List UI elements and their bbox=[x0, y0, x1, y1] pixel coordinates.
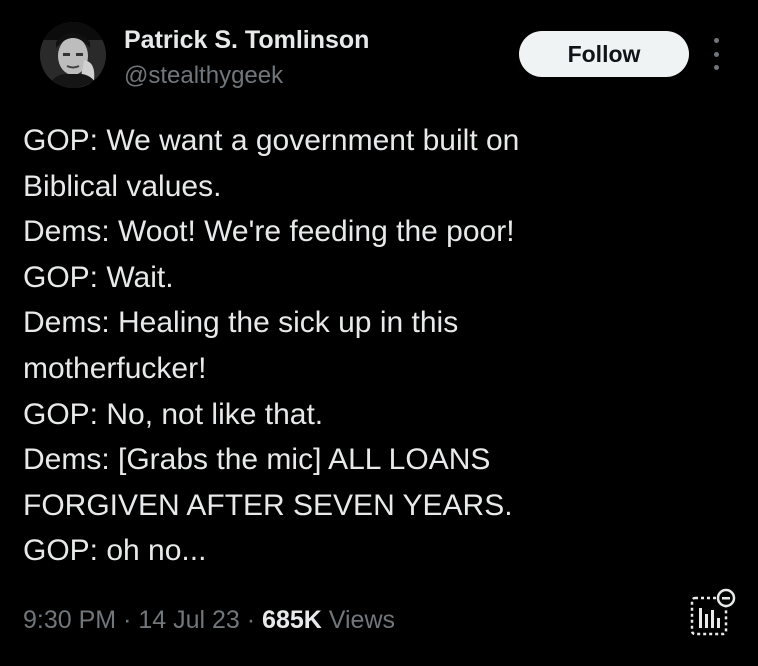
avatar-photo-icon bbox=[40, 22, 106, 88]
more-dot bbox=[713, 51, 719, 57]
more-vertical-icon[interactable] bbox=[708, 38, 724, 70]
tweet-line: Biblical values. bbox=[23, 169, 222, 203]
tweet-line: Dems: Woot! We're feeding the poor! bbox=[23, 215, 515, 249]
tweet-date[interactable]: 14 Jul 23 bbox=[138, 606, 239, 634]
author-handle[interactable]: @stealthygeek bbox=[124, 62, 283, 90]
tweet-meta: 9:30 PM · 14 Jul 23 · 685K Views bbox=[23, 606, 395, 635]
tweet-line: FORGIVEN AFTER SEVEN YEARS. bbox=[23, 488, 513, 522]
more-dot bbox=[713, 65, 719, 70]
tweet-text: GOP: We want a government built on Bibli… bbox=[23, 118, 723, 574]
more-dot bbox=[713, 38, 719, 43]
tweet-line: GOP: oh no... bbox=[23, 534, 207, 568]
meta-separator: · bbox=[246, 606, 256, 634]
tweet-line: motherfucker! bbox=[23, 351, 207, 385]
meta-separator: · bbox=[123, 606, 132, 634]
tweet-line: GOP: We want a government built on bbox=[23, 124, 520, 157]
tweet-line: GOP: No, not like that. bbox=[23, 397, 324, 431]
tweet-line: Dems: Healing the sick up in this bbox=[23, 306, 459, 340]
author-name[interactable]: Patrick S. Tomlinson bbox=[124, 26, 369, 55]
views-count: 685K bbox=[262, 606, 322, 634]
tweet-time[interactable]: 9:30 PM bbox=[23, 606, 116, 634]
follow-button[interactable]: Follow bbox=[519, 31, 689, 77]
tweet-line: GOP: Wait. bbox=[23, 260, 174, 294]
views-label: Views bbox=[328, 606, 396, 634]
tweet-line: Dems: [Grabs the mic] ALL LOANS bbox=[23, 443, 491, 477]
post-analytics-icon[interactable] bbox=[684, 588, 740, 638]
author-avatar[interactable] bbox=[40, 22, 106, 88]
